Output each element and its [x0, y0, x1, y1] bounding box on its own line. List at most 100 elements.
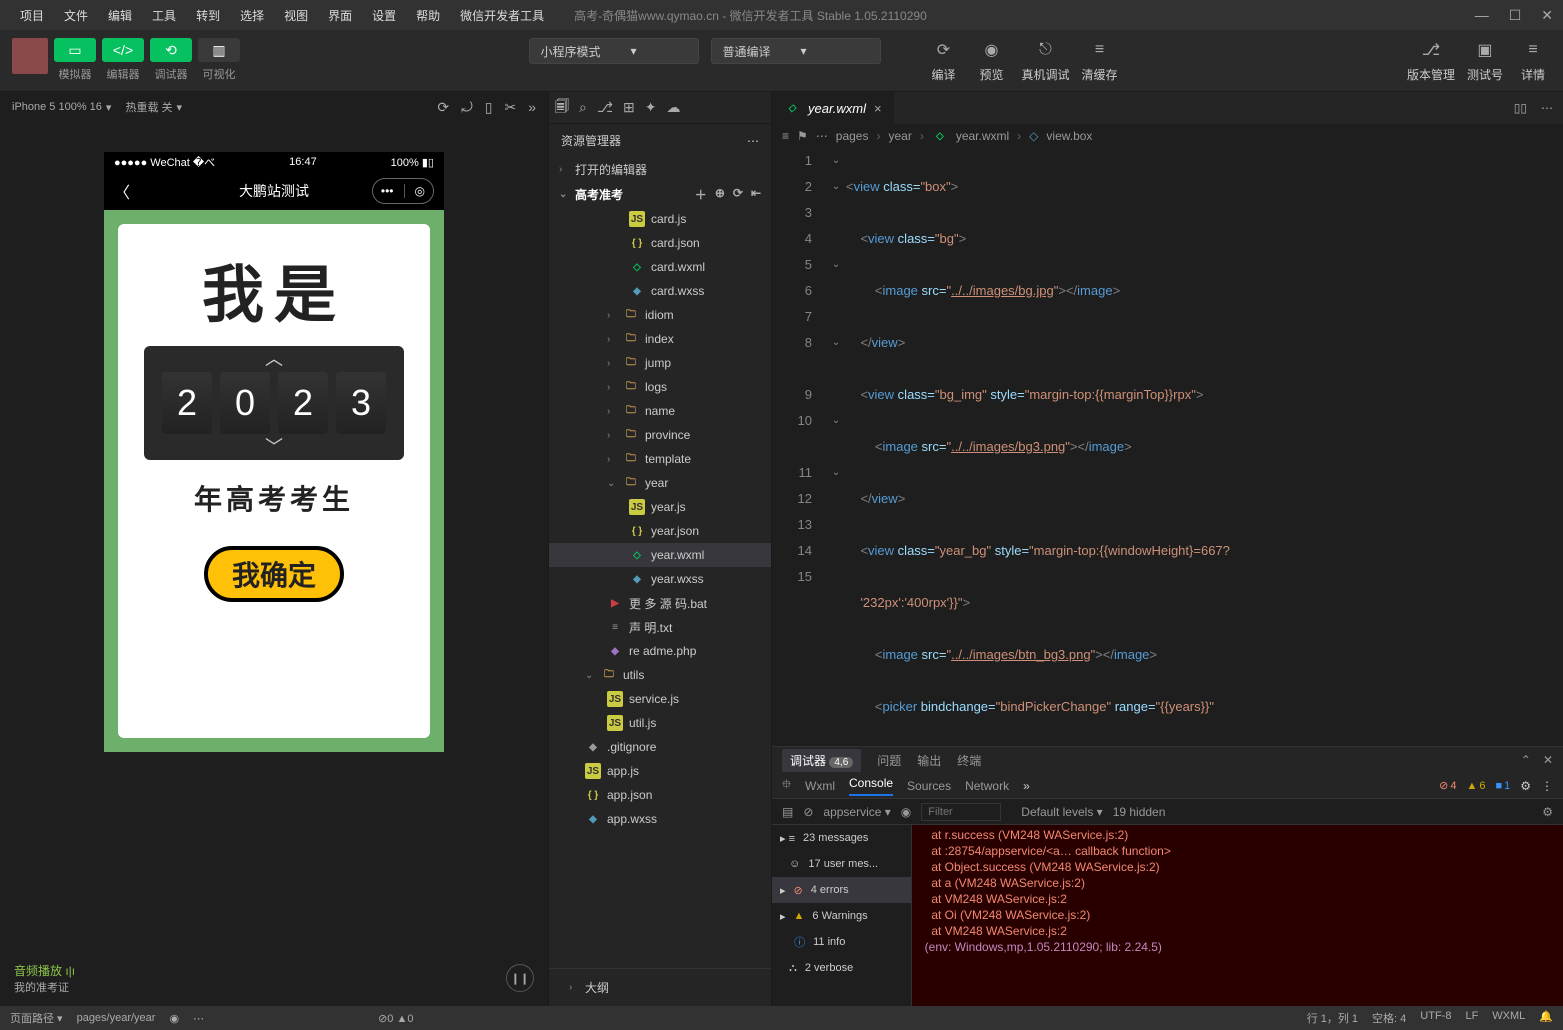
bookmark-icon[interactable]: ⚑ — [797, 129, 808, 143]
bookmark-icon[interactable]: ≡ — [782, 129, 789, 143]
info-count[interactable]: ■ 1 — [1495, 780, 1510, 792]
dock-icon[interactable]: ⋮ — [1541, 779, 1553, 793]
file-item[interactable]: JSyear.js — [549, 495, 771, 519]
search-tab-icon[interactable]: ⌕ — [579, 99, 587, 116]
msg-filter-warnings[interactable]: ▸ ▲ 6 Warnings — [772, 903, 911, 929]
menu-settings[interactable]: 设置 — [362, 1, 406, 30]
clear-icon[interactable]: ⊘ — [803, 805, 813, 819]
folder-item[interactable]: ›🗀name — [549, 399, 771, 423]
collapse-icon[interactable]: ⇤ — [751, 186, 761, 203]
menu-view[interactable]: 视图 — [274, 1, 318, 30]
console-output[interactable]: at r.success (VM248 WAService.js:2) at :… — [912, 825, 1563, 1006]
menu-tools[interactable]: 工具 — [142, 1, 186, 30]
folder-item[interactable]: ›🗀template — [549, 447, 771, 471]
status-err-icon[interactable]: ⊘0 ▲0 — [378, 1012, 413, 1025]
chevron-up-icon[interactable]: ︿ — [150, 352, 398, 366]
wxml-tab[interactable]: Wxml — [805, 779, 835, 793]
menu-devtools[interactable]: 微信开发者工具 — [450, 1, 554, 30]
msg-filter-errors[interactable]: ▸ ⊘ 4 errors — [772, 877, 911, 903]
eye-icon[interactable]: ◉ — [169, 1012, 179, 1025]
version-icon[interactable]: ⎇ — [1413, 38, 1449, 62]
preview-icon[interactable]: ◉ — [973, 38, 1009, 62]
more-icon[interactable]: ⋯ — [747, 134, 759, 148]
gear-icon[interactable]: ⚙ — [1520, 779, 1531, 793]
msg-filter-info[interactable]: ⓘ 11 info — [772, 929, 911, 955]
folder-item[interactable]: ⌄🗀utils — [549, 663, 771, 687]
hidden-count[interactable]: 19 hidden — [1113, 805, 1166, 819]
cloud-tab-icon[interactable]: ☁ — [666, 99, 680, 116]
file-item[interactable]: ◆card.wxss — [549, 279, 771, 303]
compile-icon[interactable]: ⟳ — [925, 38, 961, 62]
file-item[interactable]: ▶更 多 源 码.bat — [549, 591, 771, 615]
new-file-icon[interactable]: ＋ — [695, 186, 707, 203]
close-icon[interactable]: ✕ — [1541, 7, 1553, 24]
msg-filter-all[interactable]: ▸ ≡ 23 messages — [772, 825, 911, 851]
language-info[interactable]: WXML — [1492, 1010, 1525, 1026]
menu-file[interactable]: 文件 — [54, 1, 98, 30]
breadcrumb[interactable]: ≡ ⚑ ⋯ pages› year› ◇year.wxml› ◇view.box — [772, 124, 1563, 148]
sources-tab[interactable]: Sources — [907, 779, 951, 793]
file-item[interactable]: { }year.json — [549, 519, 771, 543]
debugger-button[interactable]: ⟲ — [150, 38, 192, 62]
eol-info[interactable]: LF — [1465, 1010, 1478, 1026]
menu-interface[interactable]: 界面 — [318, 1, 362, 30]
cut-icon[interactable]: ✂ — [504, 99, 516, 116]
gear-icon[interactable]: ⚙ — [1542, 805, 1553, 819]
eye-icon[interactable]: ◉ — [901, 805, 911, 819]
more-icon[interactable]: ⋯ — [1541, 101, 1553, 115]
mode-dropdown[interactable]: 小程序模式▾ — [529, 38, 699, 64]
file-item[interactable]: ≡声 明.txt — [549, 615, 771, 639]
file-item[interactable]: { }card.json — [549, 231, 771, 255]
chevron-down-icon[interactable]: ﹀ — [150, 440, 398, 454]
page-route-label[interactable]: 页面路径 ▾ — [10, 1010, 63, 1026]
refresh-icon[interactable]: ⟳ — [437, 99, 449, 116]
inspect-icon[interactable]: ⯐ — [782, 775, 791, 796]
new-folder-icon[interactable]: ⊕ — [715, 186, 725, 203]
maximize-icon[interactable]: ☐ — [1509, 7, 1522, 24]
sidebar-toggle-icon[interactable]: ▤ — [782, 805, 793, 819]
folder-item[interactable]: ›🗀province — [549, 423, 771, 447]
page-path[interactable]: pages/year/year — [77, 1012, 156, 1024]
terminal-tab[interactable]: 终端 — [957, 752, 981, 769]
menu-goto[interactable]: 转到 — [186, 1, 230, 30]
error-count[interactable]: ⊘ 4 — [1439, 779, 1456, 792]
files-tab-icon[interactable]: 🗐 — [555, 96, 569, 120]
code-body[interactable]: <view class="box"> <view class="bg"> <im… — [846, 148, 1563, 746]
msg-filter-user[interactable]: ☺ 17 user mes... — [772, 851, 911, 877]
warn-count[interactable]: ▲ 6 — [1466, 780, 1485, 792]
details-icon[interactable]: ≡ — [1515, 38, 1551, 62]
close-tab-icon[interactable]: × — [874, 101, 882, 116]
file-item[interactable]: ◆year.wxss — [549, 567, 771, 591]
pause-button[interactable]: ❙❙ — [506, 964, 534, 992]
file-item[interactable]: ◇card.wxml — [549, 255, 771, 279]
file-item[interactable]: ◆.gitignore — [549, 735, 771, 759]
file-item[interactable]: JSapp.js — [549, 759, 771, 783]
menu-edit[interactable]: 编辑 — [98, 1, 142, 30]
more-icon[interactable]: ⋯ — [193, 1012, 204, 1025]
folder-item[interactable]: ›🗀index — [549, 327, 771, 351]
capsule-menu[interactable]: •••◎ — [372, 178, 434, 204]
file-item[interactable]: JScard.js — [549, 207, 771, 231]
confirm-button[interactable]: 我确定 — [204, 546, 344, 602]
git-tab-icon[interactable]: ⎇ — [597, 99, 613, 116]
folder-item[interactable]: ⌄🗀year — [549, 471, 771, 495]
simulator-button[interactable]: ▭ — [54, 38, 96, 62]
minimize-icon[interactable]: — — [1475, 7, 1489, 24]
split-icon[interactable]: ▯▯ — [1514, 101, 1527, 115]
rotate-icon[interactable]: ⤾ — [461, 99, 473, 116]
network-tab[interactable]: Network — [965, 779, 1009, 793]
levels-select[interactable]: Default levels ▾ — [1021, 805, 1102, 819]
editor-tab[interactable]: ◇ year.wxml × — [772, 92, 895, 124]
device-select[interactable]: iPhone 5 100% 16 ▾ — [12, 101, 111, 114]
menu-select[interactable]: 选择 — [230, 1, 274, 30]
bell-icon[interactable]: 🔔 — [1539, 1010, 1553, 1026]
device-icon[interactable]: ▯ — [485, 99, 493, 116]
test-icon[interactable]: ▣ — [1467, 38, 1503, 62]
file-item-active[interactable]: ◇year.wxml — [549, 543, 771, 567]
folder-item[interactable]: ›🗀logs — [549, 375, 771, 399]
ext-tab-icon[interactable]: ⊞ — [623, 99, 635, 116]
project-root[interactable]: 高考准考 — [575, 186, 623, 203]
problems-tab[interactable]: 问题 — [877, 752, 901, 769]
outline-section[interactable]: 大纲 — [585, 979, 609, 996]
file-item[interactable]: JSservice.js — [549, 687, 771, 711]
